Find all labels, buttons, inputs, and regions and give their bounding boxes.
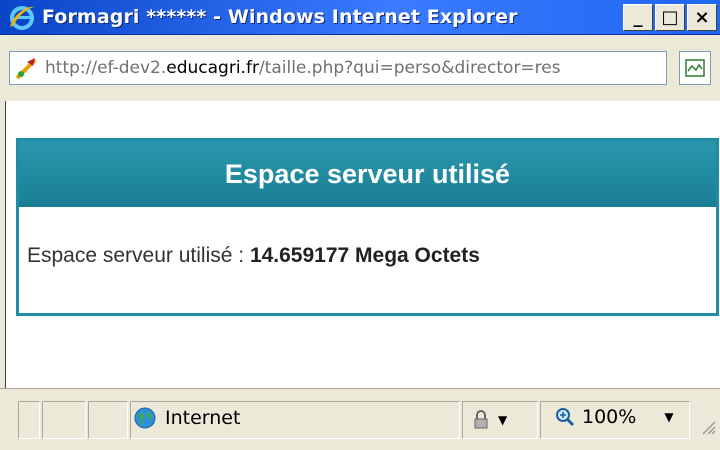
internet-explorer-icon	[8, 3, 36, 31]
security-zone-label: Internet	[165, 407, 241, 429]
page-favicon-icon	[15, 56, 39, 80]
address-field[interactable]: http://ef-dev2.educagri.fr/taille.php?qu…	[9, 51, 667, 85]
lock-icon	[474, 410, 488, 429]
url-suffix: /taille.php?qui=perso&director=res	[258, 58, 561, 78]
server-space-info: Espace serveur utilisé : 14.659177 Mega …	[27, 244, 480, 268]
zoom-dropdown-icon[interactable]: ▼	[664, 410, 673, 424]
server-space-label: Espace serveur utilisé :	[27, 244, 250, 267]
url-prefix: http://ef-dev2.	[45, 58, 167, 78]
minimize-button[interactable]: _	[623, 4, 653, 31]
protected-mode-button[interactable]: ▼	[470, 409, 507, 431]
zoom-level: 100%	[582, 406, 637, 428]
chevron-down-icon: ▼	[498, 413, 508, 427]
server-space-value: 14.659177 Mega Octets	[249, 244, 480, 267]
page-content: Espace serveur utilisé Espace serveur ut…	[6, 101, 720, 388]
window-titlebar[interactable]: Formagri ****** - Windows Internet Explo…	[0, 0, 720, 35]
minimize-icon: _	[633, 7, 643, 28]
address-url: http://ef-dev2.educagri.fr/taille.php?qu…	[45, 58, 561, 78]
url-domain: educagri.fr	[166, 58, 259, 78]
zoom-icon	[556, 408, 575, 427]
status-cell	[88, 401, 128, 439]
close-icon: ×	[694, 7, 710, 28]
security-zone[interactable]: Internet	[133, 406, 240, 430]
resize-grip-icon[interactable]	[700, 419, 716, 435]
close-button[interactable]: ×	[687, 4, 717, 31]
address-bar-area: http://ef-dev2.educagri.fr/taille.php?qu…	[0, 35, 720, 101]
status-cell	[42, 401, 86, 439]
maximize-button[interactable]: □	[655, 4, 685, 31]
feed-button[interactable]	[679, 51, 711, 85]
maximize-icon: □	[661, 7, 679, 28]
zoom-control[interactable]: 100% ▼	[554, 406, 674, 428]
panel-title: Espace serveur utilisé	[224, 158, 511, 189]
window-title: Formagri ****** - Windows Internet Explo…	[42, 6, 518, 28]
server-space-panel: Espace serveur utilisé Espace serveur ut…	[16, 138, 719, 316]
status-cell	[18, 401, 40, 439]
globe-icon	[134, 407, 156, 429]
status-bar: Internet ▼ 100% ▼	[0, 388, 720, 450]
feed-icon	[685, 59, 705, 77]
panel-header: Espace serveur utilisé	[19, 141, 716, 208]
